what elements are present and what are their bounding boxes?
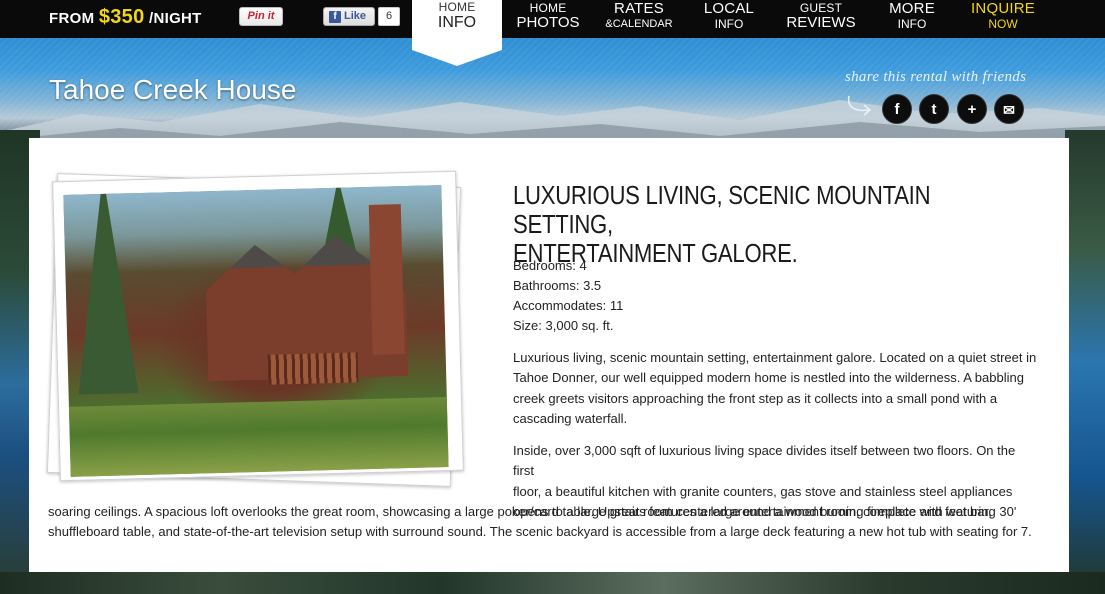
para2-line: Inside, over 3,000 sqft of luxurious liv… [513, 443, 1016, 479]
price-prefix: FROM [49, 10, 99, 27]
para1-line: Luxurious living, scenic mountain settin… [513, 350, 1037, 365]
spec-size: Size: 3,000 sq. ft. [513, 318, 614, 333]
property-headline: LUXURIOUS LIVING, SCENIC MOUNTAIN SETTIN… [513, 181, 1015, 268]
twitter-glyph: t [931, 101, 937, 118]
pinterest-pin-button[interactable]: Pin it [239, 7, 283, 26]
description-paragraph-1: Luxurious living, scenic mountain settin… [513, 348, 1038, 429]
nav-home-line1: HOME [438, 0, 476, 14]
facebook-like-button[interactable]: f Like [323, 7, 375, 26]
nav-rates-line1: RATES [614, 0, 664, 17]
nav-photos-line2: PHOTOS [516, 14, 580, 31]
photo-tree [73, 185, 139, 395]
nav-more-info[interactable]: MORE INFO [880, 0, 944, 38]
spec-accommodates: Accommodates: 11 [513, 298, 624, 313]
nav-reviews-line2: REVIEWS [786, 14, 856, 31]
nav-inquire-now[interactable]: INQUIRE NOW [970, 0, 1036, 38]
nav-local-info[interactable]: LOCAL INFO [697, 0, 761, 38]
facebook-glyph: f [894, 101, 900, 118]
nav-home-info-label: HOME INFO [412, 0, 502, 38]
facebook-share-icon[interactable]: f [882, 94, 912, 124]
property-specs: Bedrooms: 4 Bathrooms: 3.5 Accommodates:… [513, 256, 623, 336]
price-amount: $350 [98, 6, 145, 28]
photo-grass [68, 397, 449, 477]
headline-line1: LUXURIOUS LIVING, SCENIC MOUNTAIN SETTIN… [513, 180, 931, 239]
scenery-bottom [0, 572, 1105, 594]
email-glyph: ✉ [1003, 102, 1015, 118]
photo-chimney [368, 204, 405, 355]
nav-reviews-line1: GUEST [799, 1, 843, 15]
plus-glyph: + [967, 101, 977, 118]
house-photo[interactable] [63, 185, 449, 477]
fb-like-label: Like [344, 10, 367, 22]
price-suffix: /NIGHT [144, 10, 202, 27]
nav-photos-line1: HOME [529, 1, 567, 15]
para2-line: floor, a beautiful kitchen with granite … [513, 483, 1013, 499]
share-prompt: share this rental with friends [845, 69, 1027, 85]
fb-like-count: 6 [378, 7, 400, 26]
facebook-icon: f [329, 11, 341, 23]
para1-line: creek greets visitors approaching the fr… [513, 390, 998, 406]
nav-local-line1: LOCAL [703, 0, 755, 17]
share-arrow-icon [847, 95, 872, 116]
para2-line: soaring ceilings. A spacious loft overlo… [48, 504, 992, 519]
nav-rates-calendar[interactable]: RATES &CALENDAR [604, 0, 674, 38]
twitter-share-icon[interactable]: t [919, 94, 949, 124]
nav-inquire-line2: NOW [988, 17, 1018, 31]
plus-share-icon[interactable]: + [957, 94, 987, 124]
nightly-price: FROM $350 /NIGHT [49, 6, 202, 29]
site-title: Tahoe Creek House [49, 74, 297, 105]
para1-line: Tahoe Donner, our well equipped modern h… [513, 370, 1024, 386]
nav-guest-reviews[interactable]: GUEST REVIEWS [786, 0, 856, 38]
nav-rates-line2: &CALENDAR [605, 18, 673, 30]
scenery-right [1065, 130, 1105, 594]
top-nav-bar: FROM $350 /NIGHT Pin it f Like 6 HOME INF… [0, 0, 1105, 66]
nav-more-line1: MORE [889, 0, 935, 17]
nav-home-photos[interactable]: HOME PHOTOS [512, 0, 584, 38]
email-share-icon[interactable]: ✉ [994, 94, 1024, 124]
spec-bathrooms: Bathrooms: 3.5 [513, 278, 602, 293]
para2-line: shuffleboard table, and state-of-the-art… [48, 524, 1032, 540]
description-paragraph-2-continued: soaring ceilings. A spacious loft overlo… [48, 502, 1048, 543]
nav-home-info[interactable]: HOME INFO [412, 0, 502, 66]
nav-inquire-line1: INQUIRE [971, 0, 1035, 17]
photo-deck [267, 352, 359, 385]
nav-home-line2: INFO [437, 14, 477, 31]
para1-line: cascading waterfall. [513, 410, 628, 426]
spec-bedrooms: Bedrooms: 4 [513, 258, 587, 273]
nav-more-line2: INFO [897, 17, 927, 31]
nav-local-line2: INFO [714, 17, 744, 31]
